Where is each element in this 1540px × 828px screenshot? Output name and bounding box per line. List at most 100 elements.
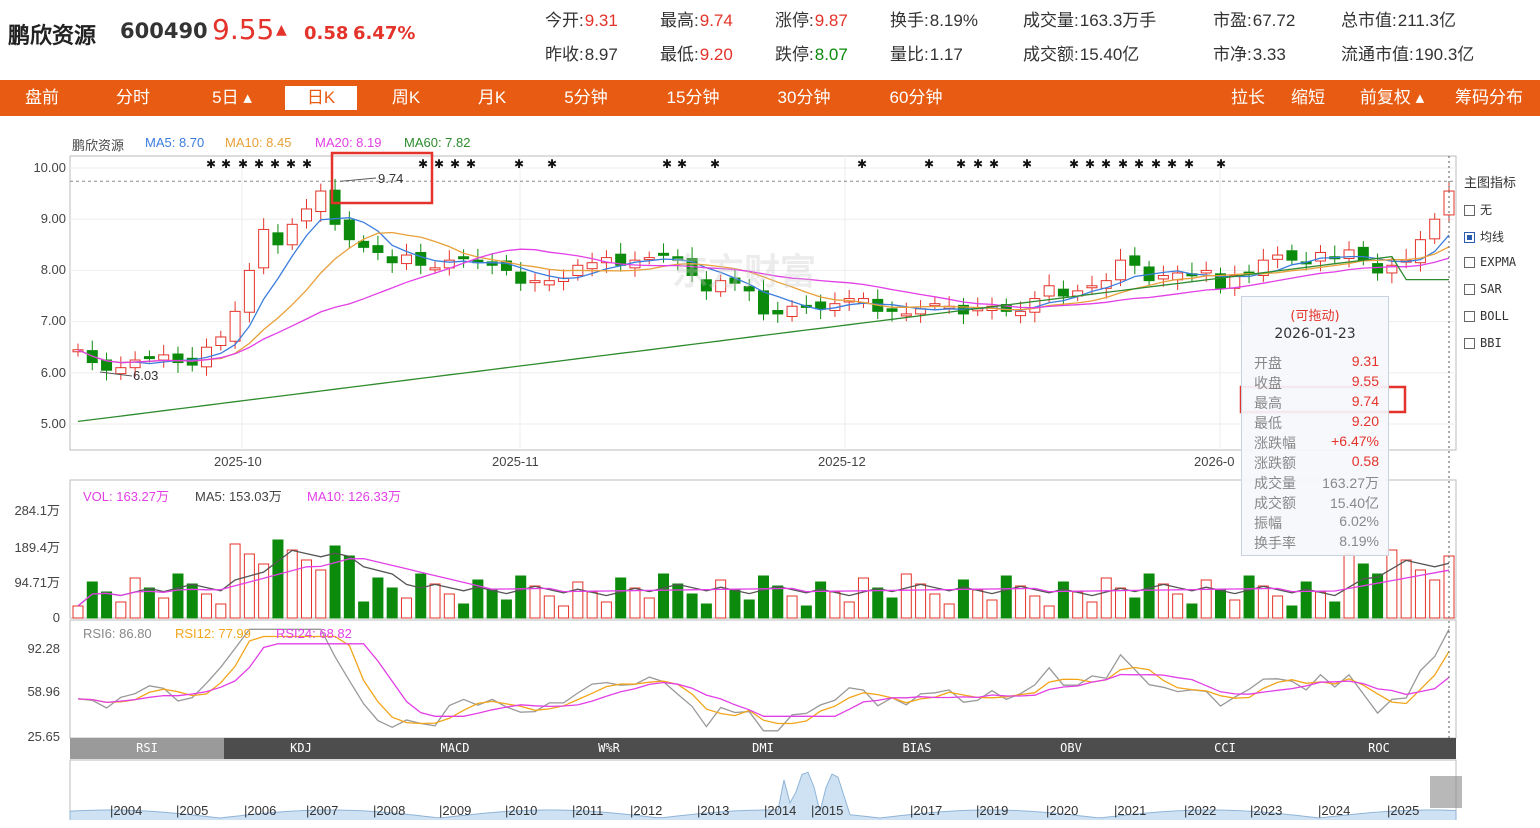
overview-year: |2015 [811, 803, 844, 818]
legend-vol-ma5: MA5: 153.03万 [195, 489, 282, 504]
event-marker-icon[interactable]: ✱ [434, 157, 444, 171]
event-marker-icon[interactable]: ✱ [450, 157, 460, 171]
event-marker-icon[interactable]: ✱ [270, 157, 280, 171]
tooltip-value: 9.20 [1351, 413, 1379, 429]
event-marker-icon[interactable]: ✱ [1167, 157, 1177, 171]
event-marker-icon[interactable]: ✱ [1101, 157, 1111, 171]
event-marker-icon[interactable]: ✱ [677, 157, 687, 171]
indicator-option-4[interactable]: BOLL [1464, 309, 1509, 323]
indicator-tab-roc[interactable]: ROC [1302, 738, 1456, 759]
checkbox-icon[interactable] [1464, 311, 1475, 322]
overview-year: |2010 [505, 803, 538, 818]
volume-bar [301, 559, 312, 619]
checkbox-icon[interactable] [1464, 257, 1475, 268]
indicator-option-5[interactable]: BBI [1464, 336, 1502, 350]
toolbar-button-2[interactable]: 前复权 ▴ [1350, 86, 1434, 110]
event-marker-icon[interactable]: ✱ [1151, 157, 1161, 171]
tab-5[interactable]: 月K [457, 86, 527, 110]
volume-bar [1000, 575, 1012, 619]
candle-body [1272, 254, 1284, 260]
quote-label: 换手: [890, 11, 929, 30]
quote-value: 15.40亿 [1079, 45, 1140, 64]
checkbox-icon[interactable] [1464, 338, 1475, 349]
event-marker-icon[interactable]: ✱ [956, 157, 966, 171]
tab-8[interactable]: 30分钟 [764, 86, 844, 110]
date-tick: 2025-12 [818, 454, 866, 469]
indicator-option-0[interactable]: 无 [1464, 201, 1492, 218]
quote-label: 最低: [660, 45, 699, 64]
tab-7[interactable]: 15分钟 [653, 86, 733, 110]
indicator-tab-bias[interactable]: BIAS [840, 738, 994, 759]
tab-3[interactable]: 日K [285, 86, 357, 110]
tab-6[interactable]: 5分钟 [550, 86, 622, 110]
indicator-tab-dmi[interactable]: DMI [686, 738, 840, 759]
event-marker-icon[interactable]: ✱ [924, 157, 934, 171]
legend-rsi12: RSI12: 77.99 [175, 626, 251, 641]
checkbox-icon[interactable] [1464, 205, 1475, 216]
price-tick: 6.00 [40, 365, 66, 380]
indicator-tab-obv[interactable]: OBV [994, 738, 1148, 759]
indicator-option-3[interactable]: SAR [1464, 282, 1502, 296]
indicator-tab-macd[interactable]: MACD [378, 738, 532, 759]
tooltip-key: 成交量 [1254, 475, 1296, 491]
checkbox-icon[interactable] [1464, 232, 1475, 243]
event-marker-icon[interactable]: ✱ [662, 157, 672, 171]
event-marker-icon[interactable]: ✱ [1022, 157, 1032, 171]
volume-bar [700, 603, 712, 619]
tab-1[interactable]: 分时 [103, 86, 163, 110]
event-marker-icon[interactable]: ✱ [989, 157, 999, 171]
event-marker-icon[interactable]: ✱ [1184, 157, 1194, 171]
event-marker-icon[interactable]: ✱ [514, 157, 524, 171]
event-marker-icon[interactable]: ✱ [973, 157, 983, 171]
checkbox-icon[interactable] [1464, 284, 1475, 295]
event-marker-icon[interactable]: ✱ [1216, 157, 1226, 171]
indicator-option-1[interactable]: 均线 [1464, 228, 1504, 245]
volume-bar [129, 577, 141, 619]
tooltip-key: 最低 [1254, 415, 1282, 431]
toolbar-button-0[interactable]: 拉长 [1220, 86, 1276, 110]
tab-9[interactable]: 60分钟 [876, 86, 956, 110]
event-marker-icon[interactable]: ✱ [254, 157, 264, 171]
tab-4[interactable]: 周K [371, 86, 441, 110]
event-marker-icon[interactable]: ✱ [302, 157, 312, 171]
indicator-tab-rsi[interactable]: RSI [70, 738, 224, 759]
toolbar-button-3[interactable]: 筹码分布 [1446, 86, 1532, 110]
toolbar-button-1[interactable]: 缩短 [1283, 86, 1333, 110]
event-marker-icon[interactable]: ✱ [238, 157, 248, 171]
event-marker-icon[interactable]: ✱ [857, 157, 867, 171]
event-marker-icon[interactable]: ✱ [1118, 157, 1128, 171]
date-tick: 2026-0 [1194, 454, 1235, 469]
overview-year: |2009 [439, 803, 472, 818]
event-marker-icon[interactable]: ✱ [206, 157, 216, 171]
indicator-tab-kdj[interactable]: KDJ [224, 738, 378, 759]
event-marker-icon[interactable]: ✱ [466, 157, 476, 171]
tab-0[interactable]: 盘前 [12, 86, 72, 110]
event-marker-icon[interactable]: ✱ [221, 157, 231, 171]
candle-body [1357, 246, 1369, 261]
volume-bar [1372, 573, 1384, 619]
volume-bar [1257, 585, 1269, 619]
candle-body [515, 271, 527, 284]
tooltip-value: 6.02% [1339, 513, 1379, 529]
event-marker-icon[interactable]: ✱ [547, 157, 557, 171]
event-marker-icon[interactable]: ✱ [1085, 157, 1095, 171]
volume-bar [172, 573, 184, 619]
volume-bar [572, 581, 584, 619]
high-annotation: 9.74 [378, 171, 404, 186]
volume-bar [1100, 577, 1112, 619]
volume-bar [201, 593, 213, 619]
candle-body [343, 219, 355, 241]
indicator-tab-cci[interactable]: CCI [1148, 738, 1302, 759]
event-marker-icon[interactable]: ✱ [286, 157, 296, 171]
event-marker-icon[interactable]: ✱ [1069, 157, 1079, 171]
event-marker-icon[interactable]: ✱ [418, 157, 428, 171]
indicator-tab-wr[interactable]: W%R [532, 738, 686, 759]
indicator-option-2[interactable]: EXPMA [1464, 255, 1516, 269]
indicator-tab-bar: RSI KDJ MACD W%R DMI BIAS OBV CCI ROC [70, 738, 1456, 759]
data-tooltip[interactable]: (可拖动) 2026-01-23 开盘 9.31 收盘 9.55 最高 9.74 最低 9.2… [1241, 296, 1389, 556]
event-marker-icon[interactable]: ✱ [1134, 157, 1144, 171]
quote-item: 最高:9.74 [660, 6, 733, 31]
event-marker-icon[interactable]: ✱ [710, 157, 720, 171]
candle-body [272, 232, 284, 246]
tab-2[interactable]: 5日 ▴ [197, 86, 267, 110]
